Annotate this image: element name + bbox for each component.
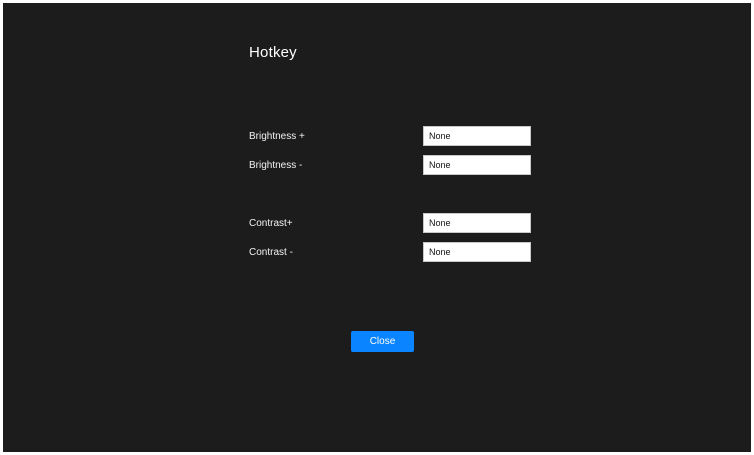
contrast-down-hotkey-input[interactable]	[423, 242, 531, 262]
brightness-up-hotkey-input[interactable]	[423, 126, 531, 146]
contrast-up-hotkey-input[interactable]	[423, 213, 531, 233]
brightness-up-label: Brightness +	[249, 131, 305, 142]
brightness-down-hotkey-input[interactable]	[423, 155, 531, 175]
contrast-down-label: Contrast -	[249, 247, 293, 258]
contrast-up-label: Contrast+	[249, 218, 293, 229]
close-button[interactable]: Close	[351, 331, 414, 352]
page-title: Hotkey	[249, 44, 297, 61]
brightness-down-label: Brightness -	[249, 160, 303, 171]
hotkey-window: Hotkey Brightness + Brightness - Contras…	[3, 3, 751, 452]
